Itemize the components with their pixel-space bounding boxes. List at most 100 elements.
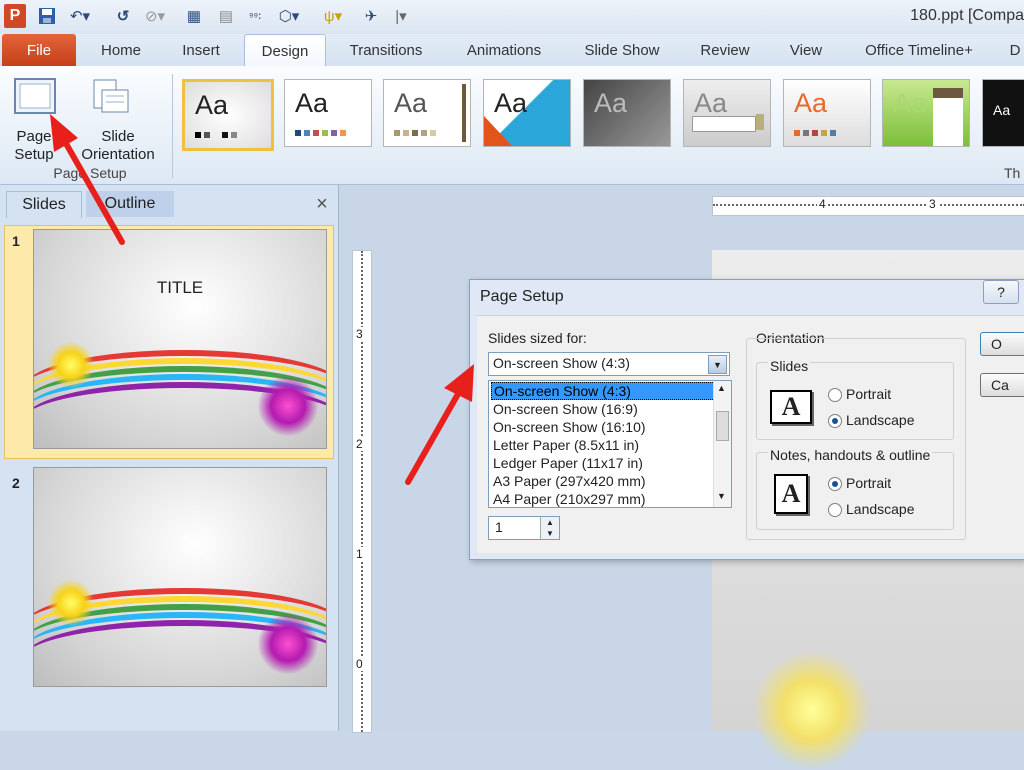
list-scrollbar[interactable]: ▲ ▼ bbox=[713, 381, 731, 507]
theme-sample-text: Aa bbox=[195, 90, 229, 120]
list-item[interactable]: On-screen Show (16:9) bbox=[491, 400, 713, 418]
flower-graphic bbox=[258, 376, 318, 436]
slide-size-selected-value: On-screen Show (4:3) bbox=[493, 355, 630, 371]
horizontal-ruler: 4 3 bbox=[712, 196, 1024, 216]
ruler-mark: 1 bbox=[356, 547, 363, 561]
slide-thumbnail-1[interactable]: TITLE bbox=[33, 229, 327, 449]
themes-group-label: Th bbox=[1004, 165, 1021, 181]
notes-landscape-label[interactable]: Landscape bbox=[846, 501, 915, 517]
circle-icon[interactable]: ⊘▾ bbox=[140, 5, 170, 27]
tab-review[interactable]: Review bbox=[690, 34, 760, 66]
theme-apothecary[interactable]: Aa bbox=[683, 79, 771, 147]
theme-office[interactable]: Aa bbox=[284, 79, 372, 147]
tab-insert[interactable]: Insert bbox=[168, 34, 234, 66]
dialog-title: Page Setup bbox=[480, 288, 564, 305]
slide-number: 1 bbox=[12, 233, 20, 249]
group-divider bbox=[172, 74, 173, 178]
sunburst-graphic bbox=[48, 580, 94, 626]
list-item[interactable]: On-screen Show (4:3) bbox=[491, 382, 715, 400]
slide-thumbnail-2[interactable] bbox=[33, 467, 327, 687]
tab-design[interactable]: Design bbox=[244, 34, 326, 67]
scroll-up-icon[interactable]: ▲ bbox=[717, 383, 726, 393]
close-pane-icon[interactable]: × bbox=[310, 191, 334, 217]
notes-portrait-radio[interactable] bbox=[828, 477, 842, 491]
theme-apex[interactable]: Aa bbox=[583, 79, 671, 147]
theme-sample-text: Aa bbox=[794, 88, 828, 118]
slide-number: 2 bbox=[12, 475, 20, 491]
annotation-arrow-dropdown bbox=[405, 364, 474, 485]
slides-landscape-radio[interactable] bbox=[828, 414, 842, 428]
tab-home[interactable]: Home bbox=[90, 34, 152, 66]
slides-landscape-label[interactable]: Landscape bbox=[846, 412, 915, 428]
cancel-button[interactable]: Ca bbox=[980, 373, 1024, 397]
list-item[interactable]: Ledger Paper (11x17 in) bbox=[491, 454, 713, 472]
annotation-arrow-page-setup bbox=[50, 114, 125, 245]
slides-group-label: Slides bbox=[768, 358, 811, 374]
tab-animations[interactable]: Animations bbox=[454, 34, 554, 66]
list-item[interactable]: A3 Paper (297x420 mm) bbox=[491, 472, 713, 490]
ok-button[interactable]: O bbox=[980, 332, 1024, 356]
grid-icon[interactable]: ▦ bbox=[183, 5, 205, 27]
ribbon: Page Setup Slide Orientation Page Setup … bbox=[0, 66, 1024, 185]
ruler-mark: 4 bbox=[817, 197, 828, 211]
help-button[interactable]: ? bbox=[983, 280, 1019, 304]
list-item[interactable]: Letter Paper (8.5x11 in) bbox=[491, 436, 713, 454]
powerpoint-logo-icon: P bbox=[4, 4, 26, 28]
theme-sample-text: Aa bbox=[893, 88, 927, 118]
tab-office-timeline[interactable]: Office Timeline+ bbox=[854, 34, 984, 66]
theme-aspect[interactable]: Aa bbox=[783, 79, 871, 147]
theme-sample-text: Aa bbox=[993, 102, 1011, 118]
slides-portrait-radio[interactable] bbox=[828, 388, 842, 402]
theme-sample-text: Aa bbox=[694, 88, 728, 118]
list-item[interactable]: A4 Paper (210x297 mm) bbox=[491, 490, 713, 507]
scroll-thumb[interactable] bbox=[716, 411, 729, 441]
ribbon-tabs: File Home Insert Design Transitions Anim… bbox=[0, 34, 1024, 67]
slides-pane: Slides Outline × 1 TITLE 2 bbox=[0, 185, 339, 731]
redo-icon[interactable]: ↺ bbox=[112, 5, 134, 27]
save-icon[interactable] bbox=[36, 5, 58, 27]
slide-title: TITLE bbox=[156, 278, 204, 297]
stepper-arrows-icon[interactable]: ▲ ▼ bbox=[540, 517, 559, 539]
tab-file[interactable]: File bbox=[2, 34, 76, 66]
brush-icon[interactable]: ψ▾ bbox=[316, 5, 350, 27]
slides-portrait-label[interactable]: Portrait bbox=[846, 386, 891, 402]
theme-angles[interactable]: Aa bbox=[483, 79, 571, 147]
shapes-icon[interactable]: ⬡▾ bbox=[274, 5, 304, 27]
chevron-down-icon[interactable]: ▼ bbox=[708, 355, 727, 374]
list-item[interactable]: On-screen Show (16:10) bbox=[491, 418, 713, 436]
theme-current[interactable]: Aa bbox=[182, 79, 274, 151]
ruler-mark: 0 bbox=[356, 657, 363, 671]
abc-icon[interactable]: ⁹⁹∶ bbox=[244, 5, 266, 27]
slide-size-list[interactable]: On-screen Show (4:3) On-screen Show (16:… bbox=[488, 380, 732, 508]
ruler-mark: 2 bbox=[356, 437, 363, 451]
slides-sized-for-label: Slides sized for: bbox=[488, 330, 587, 346]
table-icon[interactable]: ▤ bbox=[215, 5, 237, 27]
stepper-value: 1 bbox=[495, 519, 503, 535]
tab-more[interactable]: D bbox=[1006, 34, 1024, 66]
theme-sample-text: Aa bbox=[295, 88, 329, 118]
undo-icon[interactable]: ↶▾ bbox=[66, 5, 94, 27]
notes-landscape-radio[interactable] bbox=[828, 503, 842, 517]
sunburst-graphic bbox=[752, 650, 872, 770]
vertical-ruler: 3 2 1 0 bbox=[352, 250, 372, 733]
number-slides-from-stepper[interactable]: 1 ▲ ▼ bbox=[488, 516, 560, 540]
flower-graphic bbox=[258, 614, 318, 674]
ruler-mark: 3 bbox=[927, 197, 938, 211]
landscape-paper-icon: A bbox=[770, 390, 812, 424]
tab-slide-show[interactable]: Slide Show bbox=[574, 34, 670, 66]
theme-sample-text: Aa bbox=[594, 88, 628, 118]
portrait-paper-icon: A bbox=[774, 474, 808, 514]
tab-transitions[interactable]: Transitions bbox=[338, 34, 434, 66]
notes-group-label: Notes, handouts & outline bbox=[768, 447, 933, 463]
theme-austin[interactable]: Aa bbox=[882, 79, 970, 147]
tab-view[interactable]: View bbox=[776, 34, 836, 66]
slide-size-dropdown[interactable]: On-screen Show (4:3) ▼ bbox=[488, 352, 730, 376]
scroll-down-icon[interactable]: ▼ bbox=[717, 491, 726, 501]
customize-icon[interactable]: |▾ bbox=[392, 5, 410, 27]
title-bar: P ↶▾ ↺ ⊘▾ ▦ ▤ ⁹⁹∶ ⬡▾ ψ▾ ✈ |▾ 180.ppt [Co… bbox=[0, 0, 1024, 35]
notes-portrait-label[interactable]: Portrait bbox=[846, 475, 891, 491]
document-title: 180.ppt [Compa bbox=[910, 7, 1024, 24]
theme-black-tie[interactable]: Aa bbox=[982, 79, 1024, 147]
theme-adjacency[interactable]: Aa bbox=[383, 79, 471, 147]
pointer-icon[interactable]: ✈ bbox=[360, 5, 382, 27]
